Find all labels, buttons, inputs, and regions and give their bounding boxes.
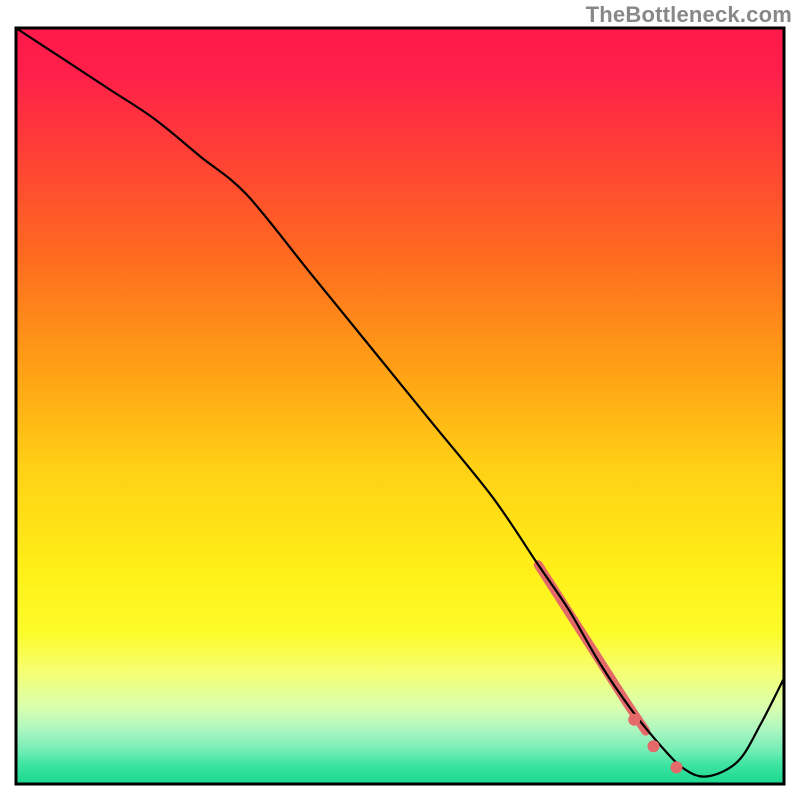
bottleneck-chart	[0, 0, 800, 800]
curve-dot	[647, 740, 659, 752]
plot-area	[16, 28, 784, 784]
curve-dot	[628, 714, 640, 726]
gradient-background	[16, 28, 784, 784]
curve-dot	[670, 761, 682, 773]
chart-container: TheBottleneck.com	[0, 0, 800, 800]
